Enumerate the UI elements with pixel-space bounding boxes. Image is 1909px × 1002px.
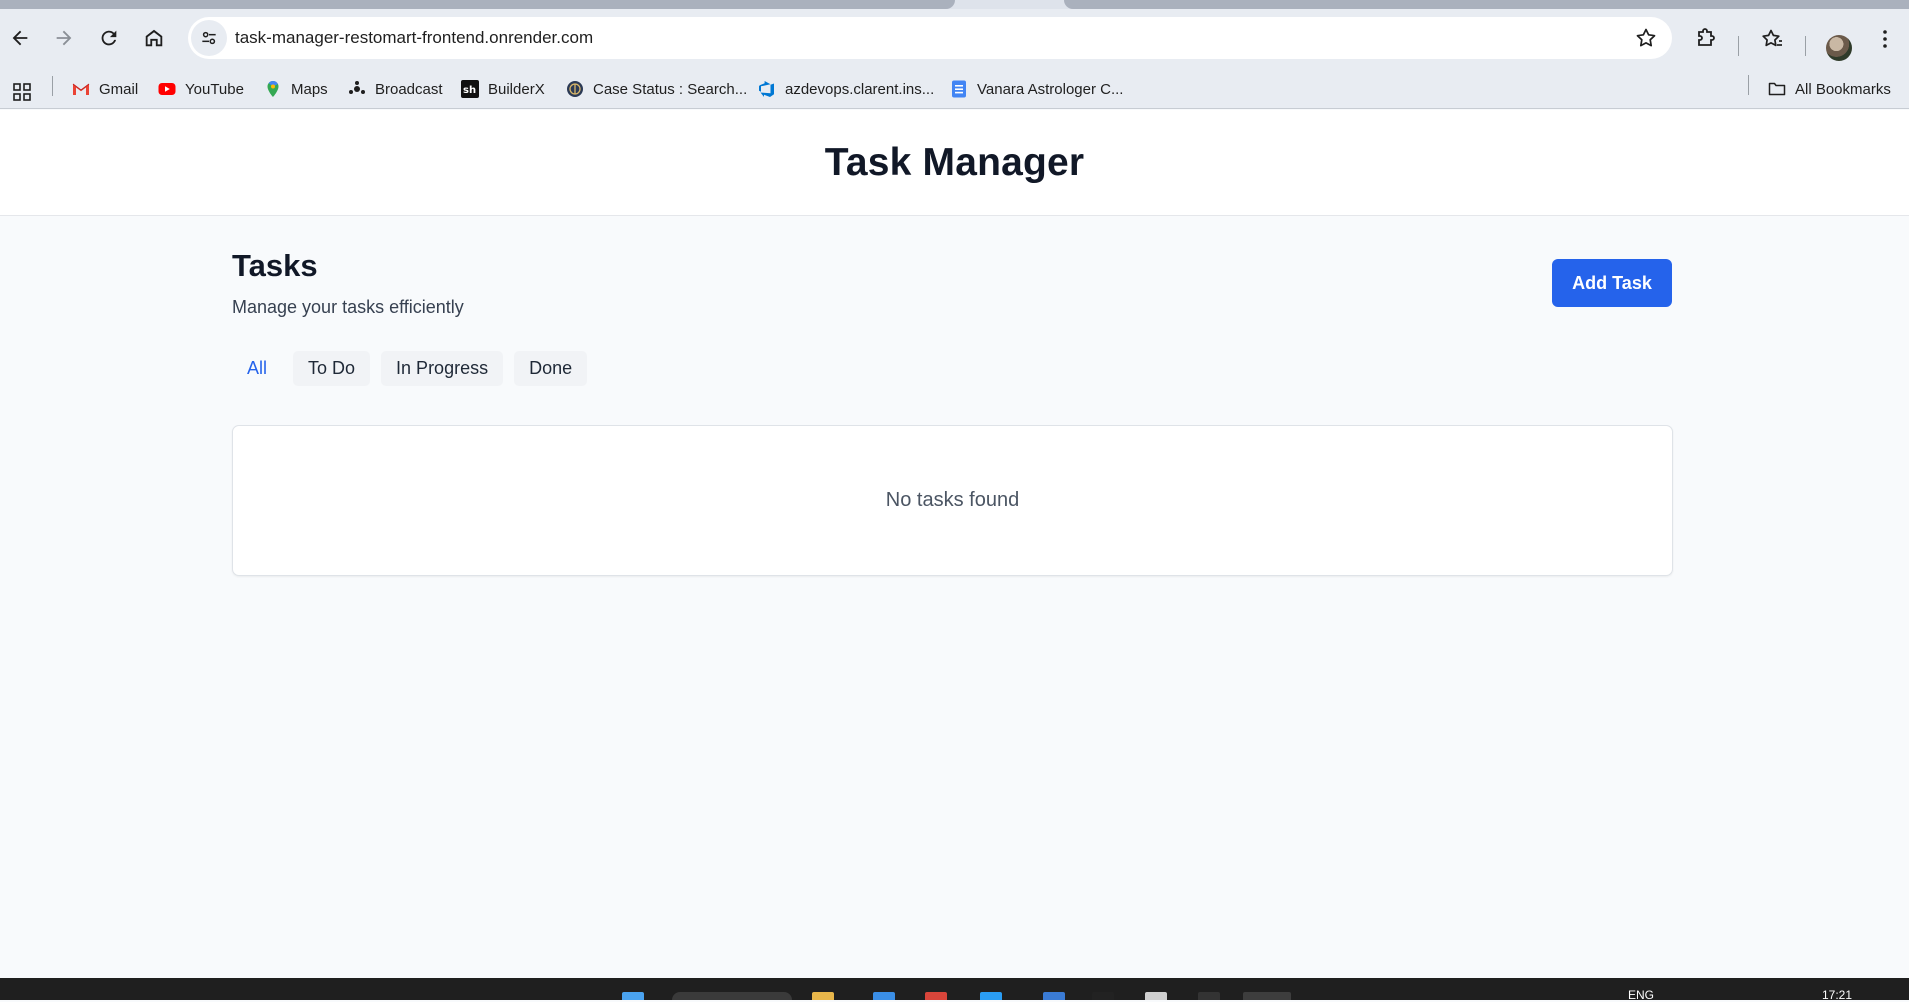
app-icon[interactable]	[1198, 992, 1220, 1000]
tune-icon	[202, 31, 216, 45]
bookmark-label: Case Status : Search...	[593, 80, 748, 98]
bookmark-builderx[interactable]: sh BuilderX	[461, 77, 545, 101]
bookmark-label: Maps	[291, 80, 328, 98]
bookmarks-bar: Gmail YouTube Maps Broadcast sh BuilderX…	[0, 68, 1909, 109]
broadcast-icon	[348, 80, 366, 98]
bookmark-label: Broadcast	[375, 80, 443, 98]
bookmarks-panel-icon[interactable]	[1759, 26, 1785, 52]
folder-icon	[1768, 80, 1786, 98]
bookmarks-divider	[1748, 75, 1749, 95]
file-explorer-icon[interactable]	[812, 992, 834, 1000]
page-subtitle: Manage your tasks efficiently	[232, 297, 464, 317]
bookmark-label: Gmail	[99, 80, 139, 98]
forward-button[interactable]	[46, 20, 82, 56]
os-taskbar: ENG 17:21	[0, 978, 1909, 1002]
edge-icon[interactable]	[873, 992, 895, 1000]
reload-button[interactable]	[91, 20, 127, 56]
apps-grid-icon[interactable]	[13, 83, 31, 101]
bookmark-youtube[interactable]: YouTube	[158, 77, 244, 101]
bookmark-broadcast[interactable]: Broadcast	[348, 77, 443, 101]
app-title: Task Manager	[824, 140, 1085, 184]
page-title: Tasks	[232, 248, 318, 283]
browser-toolbar: task-manager-restomart-frontend.onrender…	[0, 9, 1909, 68]
bookmark-label: YouTube	[185, 80, 244, 98]
case-status-icon	[566, 80, 584, 98]
app-icon[interactable]	[1145, 992, 1167, 1000]
toolbar-divider	[1738, 36, 1739, 56]
filter-done[interactable]: Done	[514, 351, 588, 386]
filter-in-progress[interactable]: In Progress	[381, 351, 504, 386]
reload-icon	[101, 30, 117, 46]
azure-devops-icon	[758, 80, 776, 98]
browser-tab[interactable]	[0, 0, 955, 9]
filter-to-do[interactable]: To Do	[293, 351, 371, 386]
toolbar-divider	[1805, 36, 1806, 56]
status-filter-bar: All To Do In Progress Done	[232, 351, 588, 386]
svg-text:sh: sh	[463, 85, 476, 96]
youtube-icon	[158, 80, 176, 98]
add-task-button[interactable]: Add Task	[1552, 259, 1672, 307]
extensions-icon[interactable]	[1692, 26, 1718, 52]
filter-all[interactable]: All	[232, 351, 282, 386]
all-bookmarks-label: All Bookmarks	[1795, 80, 1891, 98]
tab-strip	[0, 0, 1909, 9]
back-button[interactable]	[2, 20, 38, 56]
home-icon	[145, 29, 163, 47]
site-info-button[interactable]	[191, 20, 227, 56]
more-menu-icon[interactable]	[1872, 26, 1898, 52]
task-list-empty-state: No tasks found	[232, 425, 1673, 576]
gmail-icon	[72, 80, 90, 98]
all-bookmarks-button[interactable]: All Bookmarks	[1768, 77, 1891, 101]
bookmark-case-status[interactable]: Case Status : Search...	[566, 77, 747, 101]
bookmark-label: Vanara Astrologer C...	[977, 80, 1124, 98]
app-icon[interactable]	[1092, 992, 1114, 1000]
address-bar[interactable]: task-manager-restomart-frontend.onrender…	[188, 17, 1672, 59]
search-box[interactable]	[672, 992, 792, 1000]
browser-tab[interactable]	[1064, 0, 1909, 9]
empty-message: No tasks found	[885, 489, 1020, 511]
bookmark-label: BuilderX	[488, 80, 545, 98]
bookmark-star-icon[interactable]	[1634, 26, 1658, 50]
bookmark-label: azdevops.clarent.ins...	[785, 80, 935, 98]
app-header: Task Manager	[0, 110, 1909, 216]
bookmark-gmail[interactable]: Gmail	[72, 77, 138, 101]
app-icon[interactable]	[980, 992, 1002, 1000]
app-icon[interactable]	[1243, 992, 1291, 1000]
bookmark-vanara[interactable]: Vanara Astrologer C...	[950, 77, 1123, 101]
back-arrow-icon	[12, 30, 28, 46]
profile-avatar[interactable]	[1826, 35, 1852, 61]
bookmark-maps[interactable]: Maps	[264, 77, 328, 101]
builderx-icon: sh	[461, 80, 479, 98]
start-icon[interactable]	[622, 992, 644, 1000]
bookmark-azdevops[interactable]: azdevops.clarent.ins...	[758, 77, 934, 101]
app-icon[interactable]	[1043, 992, 1065, 1000]
docs-icon	[950, 80, 968, 98]
forward-arrow-icon	[56, 30, 72, 46]
url-text[interactable]: task-manager-restomart-frontend.onrender…	[235, 28, 593, 48]
home-button[interactable]	[136, 20, 172, 56]
bookmarks-divider	[52, 76, 53, 96]
chrome-icon[interactable]	[925, 992, 947, 1000]
maps-icon	[264, 80, 282, 98]
